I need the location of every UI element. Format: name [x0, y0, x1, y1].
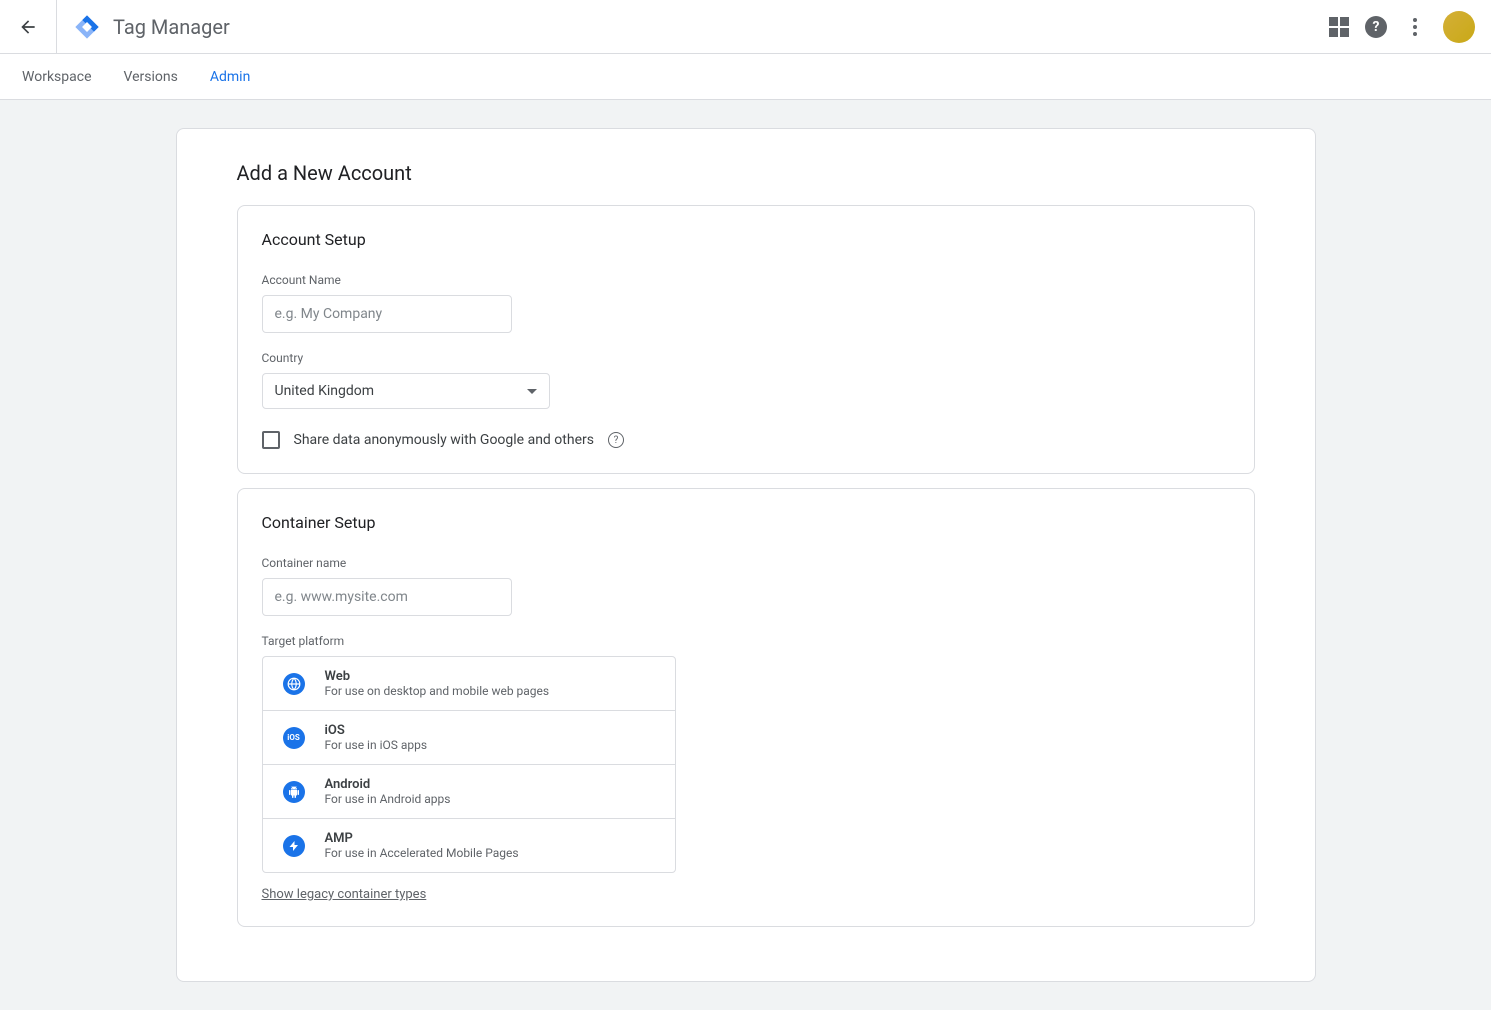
platform-android[interactable]: Android For use in Android apps — [263, 765, 675, 819]
sub-nav: Workspace Versions Admin — [0, 54, 1491, 100]
apps-grid-icon[interactable] — [1329, 17, 1349, 37]
bolt-icon — [283, 835, 305, 857]
container-setup-card: Container Setup Container name Target pl… — [237, 488, 1255, 927]
header-divider — [56, 0, 57, 54]
country-value: United Kingdom — [275, 383, 375, 399]
account-setup-card: Account Setup Account Name Country Unite… — [237, 205, 1255, 474]
platform-amp[interactable]: AMP For use in Accelerated Mobile Pages — [263, 819, 675, 872]
target-platform-label: Target platform — [262, 634, 1230, 648]
share-data-help-icon[interactable]: ? — [608, 432, 624, 448]
container-name-input[interactable] — [262, 578, 512, 616]
container-name-label: Container name — [262, 556, 1230, 570]
tab-admin[interactable]: Admin — [210, 54, 250, 100]
account-name-label: Account Name — [262, 273, 1230, 287]
globe-icon — [283, 673, 305, 695]
account-name-input[interactable] — [262, 295, 512, 333]
platform-name: AMP — [325, 831, 519, 846]
share-data-row: Share data anonymously with Google and o… — [262, 431, 1230, 449]
platform-list: Web For use on desktop and mobile web pa… — [262, 656, 676, 873]
ios-icon: iOS — [283, 727, 305, 749]
profile-avatar[interactable] — [1443, 11, 1475, 43]
share-data-label: Share data anonymously with Google and o… — [294, 432, 594, 448]
platform-desc: For use in iOS apps — [325, 738, 428, 752]
legacy-container-link[interactable]: Show legacy container types — [262, 887, 427, 902]
container-setup-title: Container Setup — [262, 513, 1230, 532]
product-title: Tag Manager — [113, 15, 230, 39]
page-heading: Add a New Account — [177, 153, 1315, 205]
header-actions: ? — [1329, 11, 1475, 43]
platform-name: iOS — [325, 723, 428, 738]
platform-ios[interactable]: iOS iOS For use in iOS apps — [263, 711, 675, 765]
platform-name: Web — [325, 669, 550, 684]
back-arrow-icon[interactable] — [16, 15, 40, 39]
platform-name: Android — [325, 777, 451, 792]
dropdown-arrow-icon — [527, 389, 537, 394]
content-area: Add a New Account Account Setup Account … — [0, 100, 1491, 1010]
country-select[interactable]: United Kingdom — [262, 373, 550, 409]
android-icon — [283, 781, 305, 803]
account-setup-title: Account Setup — [262, 230, 1230, 249]
tag-manager-logo-icon — [73, 13, 101, 41]
tab-workspace[interactable]: Workspace — [22, 54, 92, 100]
country-label: Country — [262, 351, 1230, 365]
more-menu-icon[interactable] — [1403, 15, 1427, 39]
platform-web[interactable]: Web For use on desktop and mobile web pa… — [263, 657, 675, 711]
help-icon[interactable]: ? — [1365, 16, 1387, 38]
share-data-checkbox[interactable] — [262, 431, 280, 449]
main-panel: Add a New Account Account Setup Account … — [176, 128, 1316, 982]
platform-desc: For use in Android apps — [325, 792, 451, 806]
platform-desc: For use on desktop and mobile web pages — [325, 684, 550, 698]
tab-versions[interactable]: Versions — [124, 54, 178, 100]
platform-desc: For use in Accelerated Mobile Pages — [325, 846, 519, 860]
top-header: Tag Manager ? — [0, 0, 1491, 54]
